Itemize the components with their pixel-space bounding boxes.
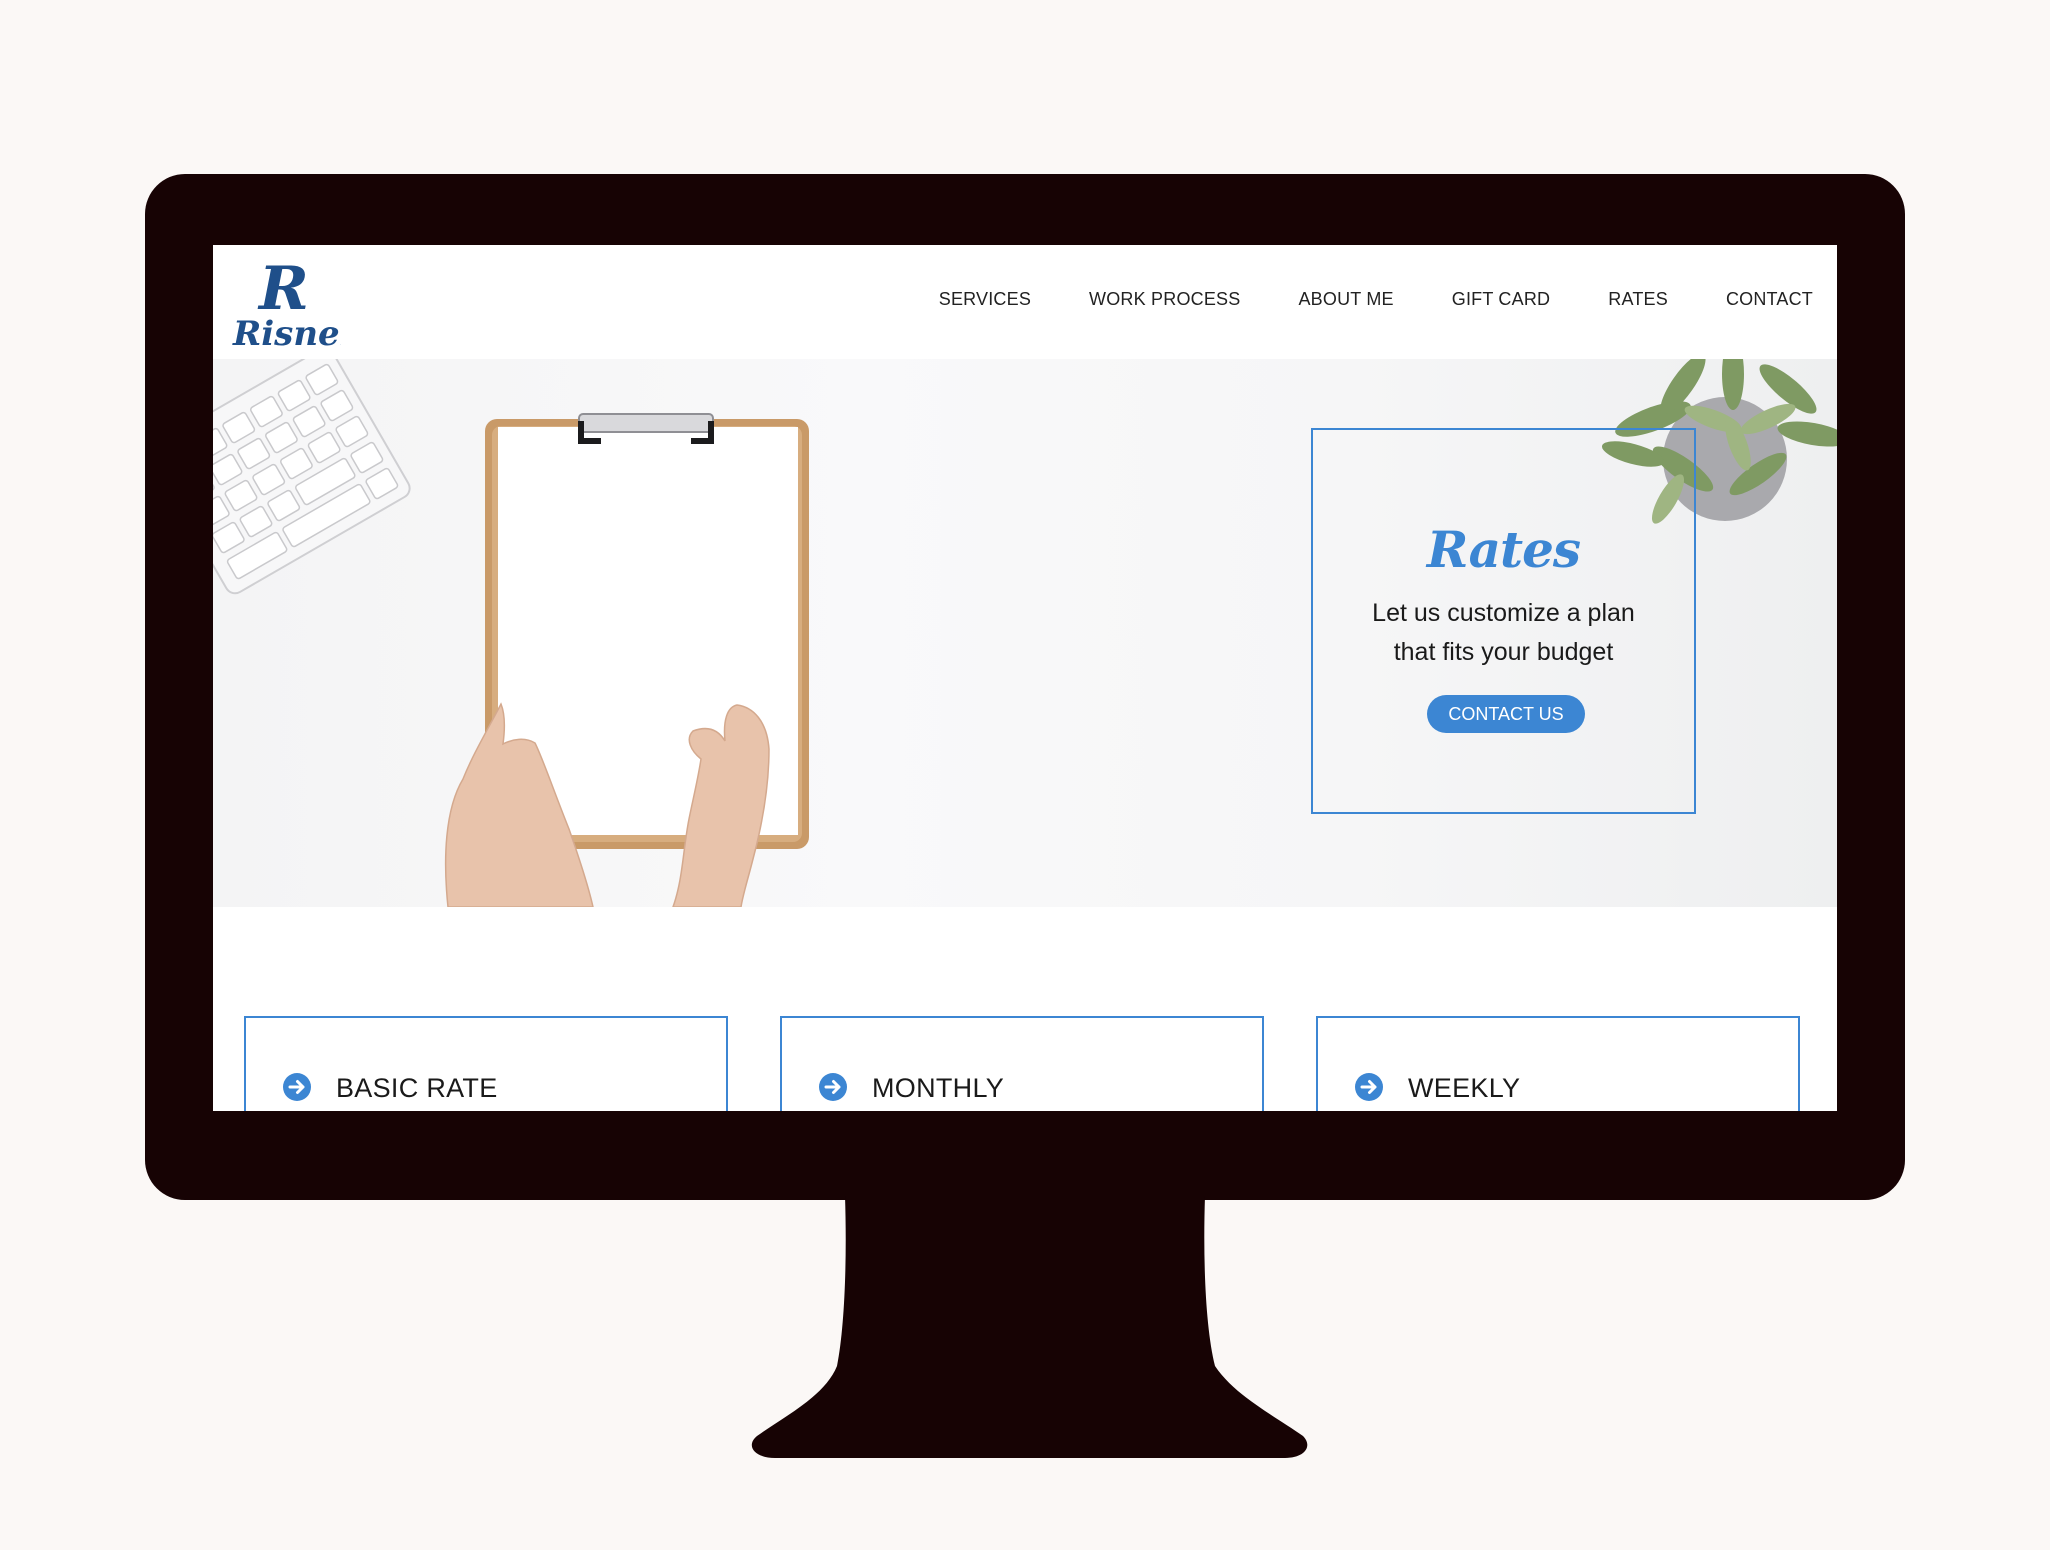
main-nav: SERVICES WORK PROCESS ABOUT ME GIFT CARD… <box>881 289 1813 310</box>
keyboard-image <box>213 359 411 595</box>
nav-item-gift-card[interactable]: GIFT CARD <box>1452 289 1550 310</box>
plan-label: BASIC RATE <box>336 1073 498 1103</box>
plan-card-weekly[interactable]: WEEKLY <box>1316 1016 1800 1111</box>
arrow-right-circle-icon <box>283 1073 311 1101</box>
arrow-right-circle-icon <box>1355 1073 1383 1101</box>
nav-item-contact[interactable]: CONTACT <box>1726 289 1813 310</box>
plan-label: WEEKLY <box>1408 1073 1521 1103</box>
nav-item-work-process[interactable]: WORK PROCESS <box>1089 289 1240 310</box>
plan-label: MONTHLY <box>872 1073 1005 1103</box>
rates-description: Let us customize a plan that fits your b… <box>1313 594 1694 672</box>
nav-item-services[interactable]: SERVICES <box>939 289 1031 310</box>
hero-banner: Rates Let us customize a plan that fits … <box>213 359 1837 907</box>
brand-logo[interactable]: R Risnei <box>231 255 341 351</box>
logo-wordmark: Risnei <box>232 314 341 351</box>
plan-card-basic-rate[interactable]: BASIC RATE <box>244 1016 728 1111</box>
site-header: R Risnei SERVICES WORK PROCESS ABOUT ME … <box>213 245 1837 359</box>
rates-callout: Rates Let us customize a plan that fits … <box>1311 428 1696 814</box>
rates-heading: Rates <box>1426 520 1581 579</box>
contact-us-button[interactable]: CONTACT US <box>1427 695 1585 733</box>
arrow-right-circle-icon <box>819 1073 847 1101</box>
browser-viewport: R Risnei SERVICES WORK PROCESS ABOUT ME … <box>213 245 1837 1111</box>
nav-item-about-me[interactable]: ABOUT ME <box>1298 289 1393 310</box>
rates-text-line1: Let us customize a plan <box>1372 599 1635 627</box>
nav-item-rates[interactable]: RATES <box>1608 289 1668 310</box>
plan-card-monthly[interactable]: MONTHLY <box>780 1016 1264 1111</box>
monitor-stand <box>751 1196 1308 1458</box>
rates-text-line2: that fits your budget <box>1393 638 1614 666</box>
